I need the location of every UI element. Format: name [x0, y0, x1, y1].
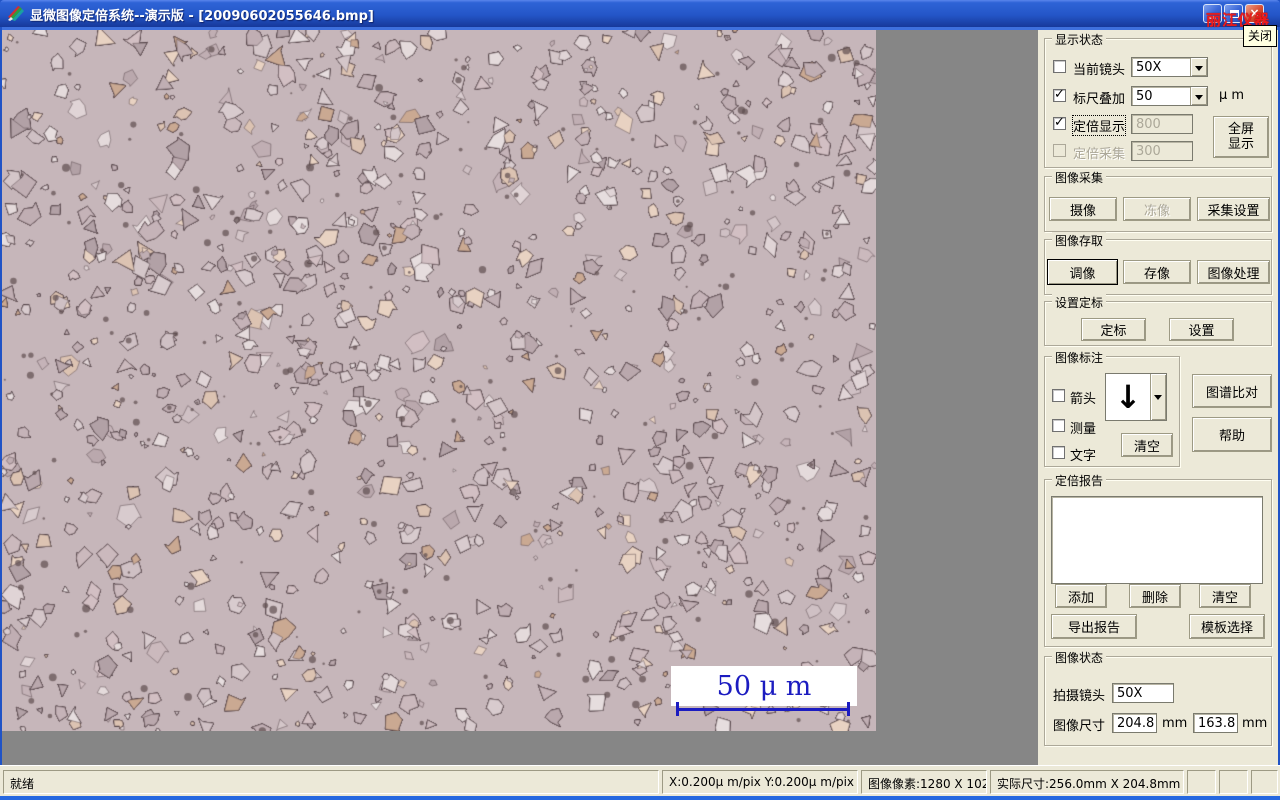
annotation-clear-button[interactable]: 清空 — [1121, 433, 1173, 457]
input-fixed-capture: 300 — [1131, 141, 1193, 161]
scalebar-label: 50 μ m — [716, 670, 812, 702]
checkbox-current-lens[interactable] — [1053, 60, 1066, 73]
shoot-button[interactable]: 摄像 — [1049, 197, 1117, 221]
group-image-status-title: 图像状态 — [1052, 649, 1107, 666]
checkbox-scale-overlay[interactable] — [1053, 87, 1066, 102]
label-image-size: 图像尺寸 — [1053, 719, 1106, 734]
status-empty-3 — [1251, 770, 1278, 794]
checkbox-fixed-display[interactable] — [1053, 115, 1066, 130]
status-actual-size: 实际尺寸:256.0mm X 204.8mm — [990, 770, 1184, 794]
image-height-value: 163.8 — [1193, 713, 1238, 733]
control-panel: 显示状态 当前镜头 50X 标尺叠加 50 μ m 定倍显示 800 定倍采集 … — [1038, 30, 1278, 765]
image-process-button[interactable]: 图像处理 — [1197, 260, 1270, 284]
scalebar-line — [677, 708, 850, 711]
combo-scale-value-text: 50 — [1136, 89, 1153, 104]
group-capture-title: 图像采集 — [1052, 169, 1107, 186]
group-calibration: 设置定标 定标 设置 — [1044, 294, 1272, 346]
label-measure: 测量 — [1070, 422, 1097, 437]
input-fixed-display: 800 — [1131, 114, 1193, 134]
group-capture: 图像采集 摄像 冻像 采集设置 — [1044, 169, 1272, 232]
calibrate-button[interactable]: 定标 — [1081, 318, 1146, 341]
scalebar-tick-left — [676, 702, 679, 716]
fullscreen-button-line1: 全屏 — [1227, 122, 1254, 137]
chevron-down-icon[interactable] — [1190, 87, 1207, 105]
capture-settings-button[interactable]: 采集设置 — [1197, 197, 1270, 221]
chevron-down-icon[interactable] — [1190, 58, 1207, 76]
close-tooltip: 关闭 — [1243, 25, 1278, 47]
label-arrow: 箭头 — [1070, 392, 1097, 407]
report-clear-button[interactable]: 清空 — [1199, 584, 1251, 608]
template-select-button[interactable]: 模板选择 — [1189, 614, 1265, 639]
window-border-bottom — [0, 796, 1280, 800]
status-empty-1 — [1187, 770, 1216, 794]
group-annotation: 图像标注 箭头 测量 文字 ↓ 清空 — [1044, 349, 1180, 467]
status-scale: X:0.200μ m/pix Y:0.200μ m/pix — [662, 770, 858, 794]
scalebar-tick-right — [847, 702, 850, 716]
label-current-lens: 当前镜头 — [1073, 63, 1126, 78]
checkbox-text[interactable] — [1052, 446, 1065, 459]
arrow-style-combo[interactable]: ↓ — [1105, 373, 1167, 421]
title-bar: 显微图像定倍系统--演示版 - [20090602055646.bmp] × — [0, 0, 1280, 27]
status-bar: 就绪 X:0.200μ m/pix Y:0.200μ m/pix 图像像素:12… — [0, 765, 1280, 796]
label-shooting-lens: 拍摄镜头 — [1053, 689, 1106, 704]
report-delete-button[interactable]: 删除 — [1129, 584, 1181, 608]
scale-unit-label: μ m — [1219, 88, 1245, 103]
scalebar-label-box: 50 μ m — [671, 666, 857, 706]
export-report-button[interactable]: 导出报告 — [1051, 614, 1137, 639]
window-title: 显微图像定倍系统--演示版 - [20090602055646.bmp] — [30, 9, 374, 24]
calibration-settings-button[interactable]: 设置 — [1169, 318, 1234, 341]
report-add-button[interactable]: 添加 — [1055, 584, 1107, 608]
status-empty-2 — [1219, 770, 1248, 794]
chevron-down-icon[interactable] — [1150, 374, 1166, 420]
group-report: 定倍报告 添加 删除 清空 导出报告 模板选择 — [1044, 472, 1272, 647]
report-listbox[interactable] — [1051, 496, 1263, 584]
group-calibration-title: 设置定标 — [1052, 294, 1107, 311]
status-ready: 就绪 — [3, 770, 659, 794]
checkbox-fixed-capture — [1053, 144, 1066, 157]
group-report-title: 定倍报告 — [1052, 472, 1107, 489]
combo-current-lens-value: 50X — [1136, 60, 1162, 75]
freeze-button: 冻像 — [1123, 197, 1191, 221]
width-unit-label: mm — [1162, 716, 1188, 731]
label-fixed-capture: 定倍采集 — [1073, 147, 1126, 162]
app-icon — [8, 6, 24, 21]
height-unit-label: mm — [1242, 716, 1268, 731]
label-scale-overlay: 标尺叠加 — [1073, 92, 1126, 107]
group-annotation-title: 图像标注 — [1052, 349, 1107, 366]
group-display-status: 显示状态 当前镜头 50X 标尺叠加 50 μ m 定倍显示 800 定倍采集 … — [1044, 31, 1272, 168]
combo-current-lens[interactable]: 50X — [1131, 57, 1208, 77]
atlas-compare-button[interactable]: 图谱比对 — [1192, 374, 1272, 408]
help-button[interactable]: 帮助 — [1192, 417, 1272, 452]
arrow-down-icon: ↓ — [1114, 378, 1142, 416]
fullscreen-button[interactable]: 全屏 显示 — [1213, 116, 1269, 158]
load-image-button[interactable]: 调像 — [1047, 259, 1118, 285]
checkbox-arrow[interactable] — [1052, 389, 1065, 402]
shooting-lens-value: 50X — [1112, 683, 1174, 703]
label-text: 文字 — [1070, 449, 1097, 464]
fullscreen-button-line2: 显示 — [1227, 137, 1254, 152]
micrograph-image[interactable] — [2, 30, 876, 731]
group-storage: 图像存取 调像 存像 图像处理 — [1044, 232, 1272, 295]
checkbox-measure[interactable] — [1052, 419, 1065, 432]
save-image-button[interactable]: 存像 — [1123, 260, 1191, 284]
status-pixels: 图像像素:1280 X 1024 — [861, 770, 987, 794]
combo-scale-value[interactable]: 50 — [1131, 86, 1208, 106]
group-image-status: 图像状态 拍摄镜头 50X 图像尺寸 204.8 mm 163.8 mm — [1044, 649, 1272, 746]
image-width-value: 204.8 — [1112, 713, 1157, 733]
label-fixed-display: 定倍显示 — [1071, 115, 1127, 136]
group-display-status-title: 显示状态 — [1052, 31, 1107, 48]
group-storage-title: 图像存取 — [1052, 232, 1107, 249]
